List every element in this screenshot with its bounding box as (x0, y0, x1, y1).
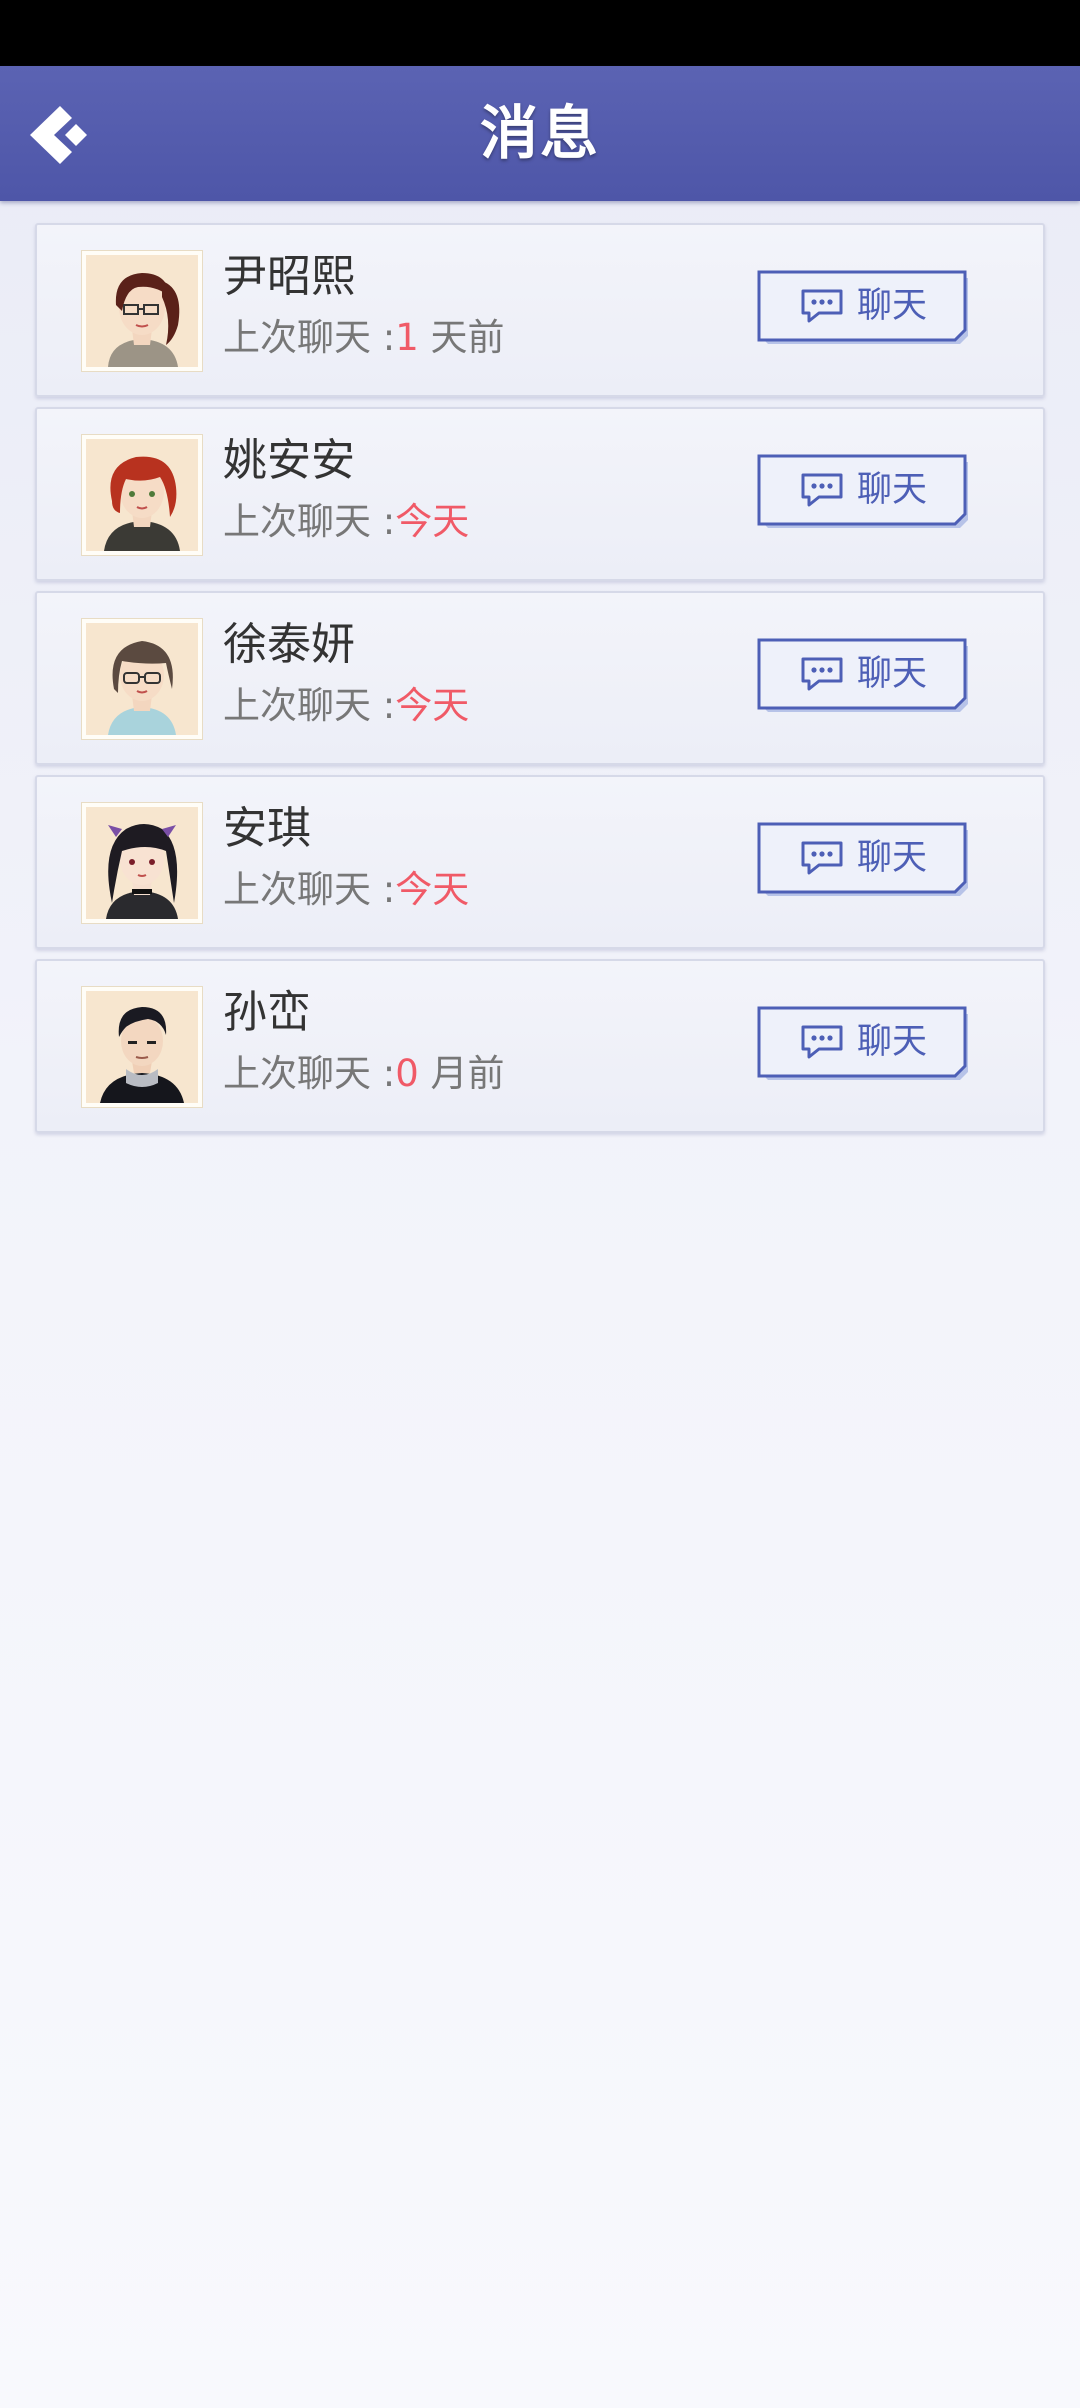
page-title: 消息 (479, 99, 600, 167)
chat-button[interactable]: 聊天 (757, 270, 969, 344)
chat-button-label: 聊天 (856, 470, 927, 510)
chat-button-label: 聊天 (856, 286, 927, 326)
last-chat-value: 1 (395, 316, 419, 359)
last-chat-text: 上次聊天 :今天 (223, 681, 469, 731)
chat-button-label: 聊天 (856, 654, 927, 694)
last-chat-text: 上次聊天 :今天 (223, 497, 469, 547)
chat-button[interactable]: 聊天 (757, 454, 969, 528)
chat-bubble-icon (801, 657, 843, 691)
chat-bubble-icon (801, 1025, 843, 1059)
last-chat-label: 上次聊天 : (223, 316, 396, 359)
chat-button[interactable]: 聊天 (757, 638, 969, 712)
contact-avatar (82, 251, 202, 371)
chat-bubble-icon (801, 841, 843, 875)
last-chat-value: 今天 (395, 684, 470, 727)
back-button[interactable] (20, 96, 98, 174)
last-chat-label: 上次聊天 : (223, 500, 396, 543)
chat-bubble-icon (801, 289, 843, 323)
contact-card: 孙峦 上次聊天 :0 月前 聊天 (35, 959, 1045, 1133)
last-chat-label: 上次聊天 : (223, 1052, 396, 1095)
contact-name: 徐泰妍 (223, 619, 355, 670)
contact-avatar (82, 987, 202, 1107)
contact-card: 徐泰妍 上次聊天 :今天 聊天 (35, 591, 1045, 765)
chat-bubble-icon (801, 473, 843, 507)
contact-list: 尹昭熙 上次聊天 :1 天前 聊天 姚安安 上次聊天 :今天 聊天 徐泰妍 上次… (35, 223, 1045, 1143)
last-chat-label: 上次聊天 : (223, 868, 396, 911)
contact-name: 尹昭熙 (223, 251, 355, 302)
last-chat-suffix: 月前 (418, 1052, 505, 1095)
last-chat-suffix: 天前 (418, 316, 505, 359)
chat-button-label: 聊天 (856, 838, 927, 878)
contact-name: 姚安安 (223, 435, 355, 486)
contact-name: 孙峦 (223, 987, 311, 1038)
contact-avatar (82, 619, 202, 739)
contact-card: 尹昭熙 上次聊天 :1 天前 聊天 (35, 223, 1045, 397)
contact-name: 安琪 (223, 803, 311, 854)
last-chat-text: 上次聊天 :今天 (223, 865, 469, 915)
chat-button[interactable]: 聊天 (757, 1006, 969, 1080)
contact-card: 姚安安 上次聊天 :今天 聊天 (35, 407, 1045, 581)
contact-card: 安琪 上次聊天 :今天 聊天 (35, 775, 1045, 949)
last-chat-text: 上次聊天 :1 天前 (223, 313, 505, 363)
last-chat-text: 上次聊天 :0 月前 (223, 1049, 505, 1099)
chat-button[interactable]: 聊天 (757, 822, 969, 896)
contact-avatar (82, 435, 202, 555)
chat-button-label: 聊天 (856, 1022, 927, 1062)
last-chat-label: 上次聊天 : (223, 684, 396, 727)
status-bar (0, 0, 1080, 66)
last-chat-value: 0 (395, 1052, 419, 1095)
last-chat-value: 今天 (395, 500, 470, 543)
back-arrow-icon (30, 106, 87, 164)
contact-avatar (82, 803, 202, 923)
app-header: 消息 (0, 66, 1080, 201)
last-chat-value: 今天 (395, 868, 470, 911)
